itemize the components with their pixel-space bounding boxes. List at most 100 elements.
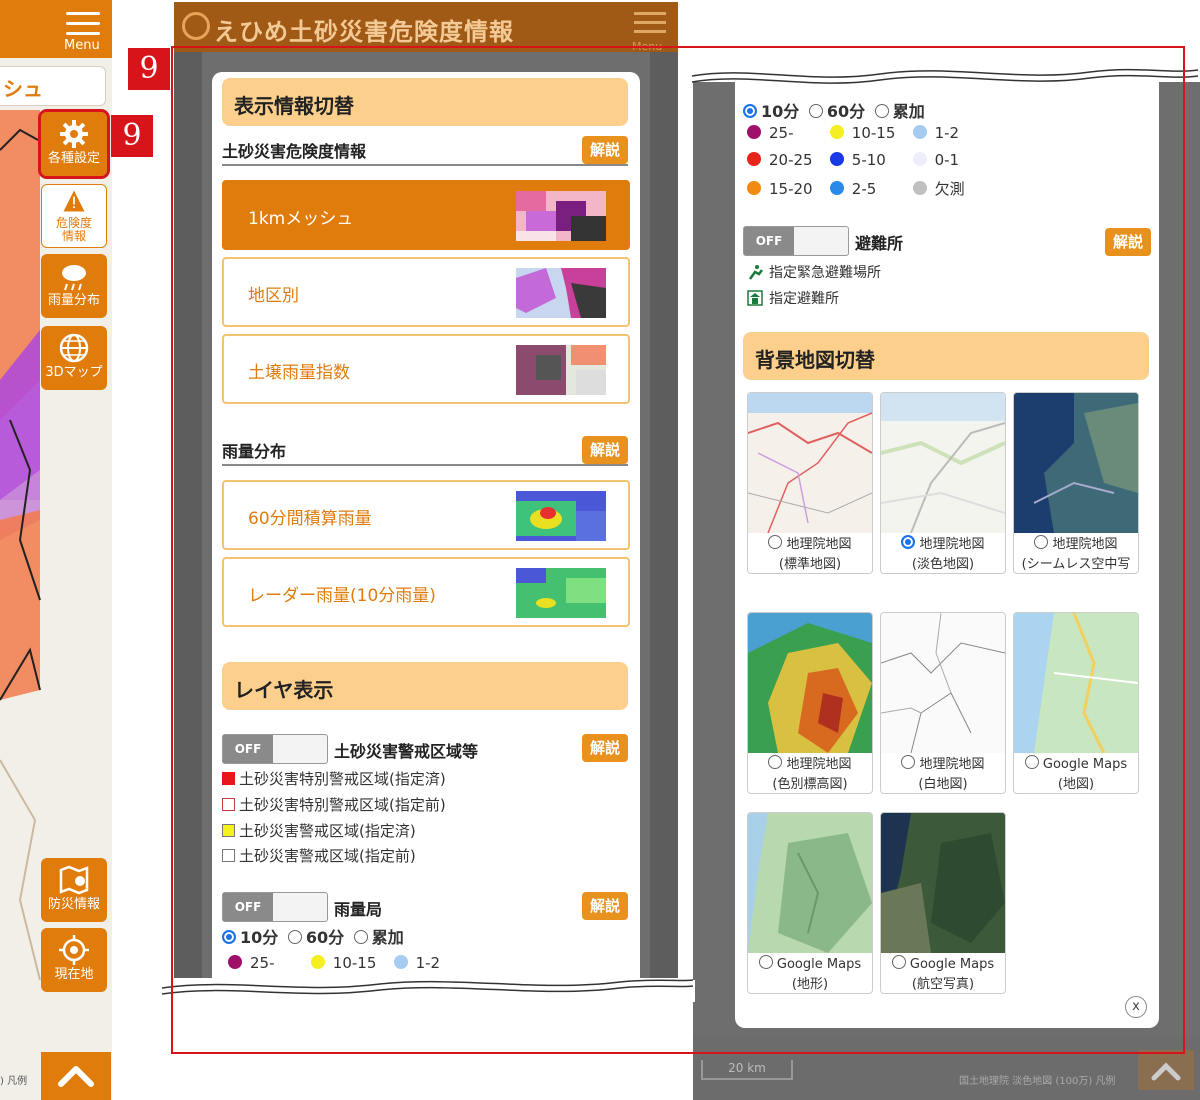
chevron-up-icon — [58, 1066, 94, 1087]
basemap-radio[interactable] — [1024, 755, 1039, 769]
radio-cumulative[interactable] — [353, 930, 368, 944]
page-break-wave-top — [690, 62, 1200, 84]
rain-station-explain-button[interactable]: 解説 — [582, 892, 628, 920]
radio-cumulative[interactable] — [874, 104, 889, 118]
sediment-zone-toggle[interactable]: OFF — [222, 734, 328, 764]
dimmed-map-left — [174, 52, 202, 978]
legend-warning-designated: 土砂災害警戒区域(指定済) — [222, 820, 416, 841]
rain-station-toggle-off: OFF — [223, 893, 273, 921]
basemap-google-satellite[interactable]: Google Maps (航空写真) — [880, 812, 1006, 994]
radio-10min[interactable] — [743, 104, 757, 118]
basemap-caption: 地理院地図 (白地図) — [881, 755, 1005, 793]
app-title: えひめ土砂災害危険度情報 — [214, 18, 514, 46]
option-60min-rain-label: 60分間積算雨量 — [248, 509, 372, 529]
legend-text: 欠測 — [934, 180, 965, 198]
3d-map-button[interactable]: 3Dマップ — [41, 326, 107, 390]
option-60min-rain[interactable]: 60分間積算雨量 — [222, 480, 630, 550]
phone-screen-left: えひめ土砂災害危険度情報 Menu 表示情報切替 土砂災害危険度情報 解説 1k… — [174, 2, 678, 978]
basemap-gsi-blank[interactable]: 地理院地図 (白地図) — [880, 612, 1006, 794]
legend-dot — [912, 125, 927, 139]
option-radar-rain[interactable]: レーダー雨量(10分雨量) — [222, 557, 630, 627]
legend-text: 20-25 — [769, 151, 813, 169]
legend-text: 2-5 — [851, 180, 877, 198]
district-thumbnail — [516, 268, 606, 318]
danger-info-heading-text: 土砂災害危険度情報 — [222, 142, 367, 161]
basemap-thumbnail — [748, 613, 872, 753]
basemap-radio[interactable] — [901, 755, 916, 769]
danger-info-button[interactable]: 危険度 情報 — [41, 184, 107, 248]
sediment-explain-button[interactable]: 解説 — [582, 734, 628, 762]
legend-text: 0-1 — [934, 151, 960, 169]
disaster-info-button[interactable]: 防災情報 — [41, 858, 107, 922]
close-panel-button[interactable]: x — [1125, 996, 1147, 1018]
current-location-button[interactable]: 現在地 — [41, 928, 107, 992]
option-soil-rain-index[interactable]: 土壌雨量指数 — [222, 334, 630, 404]
option-1km-mesh-label: 1kmメッシュ — [248, 209, 354, 229]
legend-swatch — [222, 849, 235, 862]
scroll-up-button[interactable] — [41, 1052, 111, 1100]
rainfall-button[interactable]: 雨量分布 — [41, 254, 107, 318]
settings-button[interactable]: 各種設定 — [38, 109, 110, 179]
basemap-radio[interactable] — [1034, 535, 1049, 549]
dimmed-map-right — [650, 52, 678, 978]
danger-info-explain-button[interactable]: 解説 — [582, 136, 628, 164]
danger-info-label: 危険度 情報 — [55, 216, 92, 243]
basemap-google-terrain[interactable]: Google Maps (地形) — [747, 812, 873, 994]
hamburger-icon[interactable] — [634, 12, 666, 39]
legend-warning-pending: 土砂災害警戒区域(指定前) — [222, 845, 416, 866]
rainfall-heading: 雨量分布 解説 — [222, 432, 628, 466]
basemap-google-map[interactable]: Google Maps (地図) — [1013, 612, 1139, 794]
basemap-gsi-aerial[interactable]: 地理院地図(シームレス空中写真) — [1013, 392, 1139, 574]
radio-60min-label: 60分 — [305, 928, 345, 947]
shelter-toggle[interactable]: OFF — [743, 226, 849, 256]
search-box-fragment[interactable]: シュ — [0, 66, 106, 106]
option-1km-mesh[interactable]: 1kmメッシュ — [222, 180, 630, 250]
basemap-radio[interactable] — [768, 535, 783, 549]
legend-text: 1-2 — [934, 124, 960, 142]
basemap-radio[interactable] — [758, 955, 773, 969]
basemap-gsi-pale[interactable]: 地理院地図 (淡色地図) — [880, 392, 1006, 574]
basemap-gsi-relief[interactable]: 地理院地図 (色別標高図) — [747, 612, 873, 794]
settings-panel: 表示情報切替 土砂災害危険度情報 解説 1kmメッシュ 地区別 土壌雨量指数 雨… — [212, 72, 640, 978]
basemap-radio[interactable] — [891, 955, 906, 969]
radio-cumulative-label: 累加 — [371, 928, 404, 947]
map-pin-icon — [59, 865, 89, 895]
radio-60min[interactable] — [287, 930, 302, 944]
layer-display-header: レイヤ表示 — [222, 662, 628, 710]
callout-badge-left: 9 — [111, 115, 153, 157]
legend-special-designated: 土砂災害特別警戒区域(指定済) — [222, 768, 446, 789]
basemap-radio[interactable] — [768, 755, 783, 769]
legend-text: 25- — [769, 124, 794, 142]
rainfall-label: 雨量分布 — [47, 293, 100, 308]
radio-10min-label: 10分 — [240, 928, 279, 947]
scale-bar: 20 km — [701, 1060, 793, 1080]
legend-dot — [747, 125, 761, 139]
radio-60min[interactable] — [808, 104, 823, 118]
rain-station-toggle[interactable]: OFF — [222, 892, 328, 922]
basemap-caption: Google Maps (地形) — [748, 955, 872, 993]
gear-icon — [60, 120, 88, 148]
legend-fragment[interactable]: ) 凡例 — [0, 1072, 27, 1087]
callout-badge-middle: 9 — [128, 48, 170, 90]
scroll-up-button[interactable] — [1138, 1050, 1194, 1090]
option-radar-rain-label: レーダー雨量(10分雨量) — [248, 586, 436, 606]
sediment-zone-label: 土砂災害警戒区域等 — [334, 742, 479, 761]
disaster-info-label: 防災情報 — [47, 897, 100, 912]
legend-text: 土砂災害警戒区域(指定前) — [239, 847, 416, 865]
rainfall-explain-button[interactable]: 解説 — [582, 436, 628, 464]
shelter-explain-button[interactable]: 解説 — [1105, 228, 1151, 256]
legend-text: 10-15 — [851, 124, 896, 142]
menu-button[interactable]: Menu — [0, 0, 112, 58]
legend-swatch — [222, 798, 235, 811]
right-interval-radios: 10分 60分 累加 — [743, 98, 925, 122]
emergency-shelter-icon — [748, 265, 763, 280]
rain-legend-row-2: 20-25 5-10 0-1 — [747, 151, 959, 169]
radio-10min[interactable] — [222, 930, 236, 944]
globe-icon — [59, 333, 89, 363]
basemap-gsi-standard[interactable]: 地理院地図 (標準地図) — [747, 392, 873, 574]
basemap-radio[interactable] — [901, 535, 916, 549]
option-district[interactable]: 地区別 — [222, 257, 630, 327]
settings-label: 各種設定 — [47, 151, 100, 166]
left-map-strip: Menu シュ 各種設定 危険度 情報 雨量分布 3Dマップ 防災情報 現在地 … — [0, 0, 112, 1100]
right-phone-bottom-bar: 20 km 国土地理院 淡色地図 (100万) 凡例 — [693, 1036, 1200, 1100]
